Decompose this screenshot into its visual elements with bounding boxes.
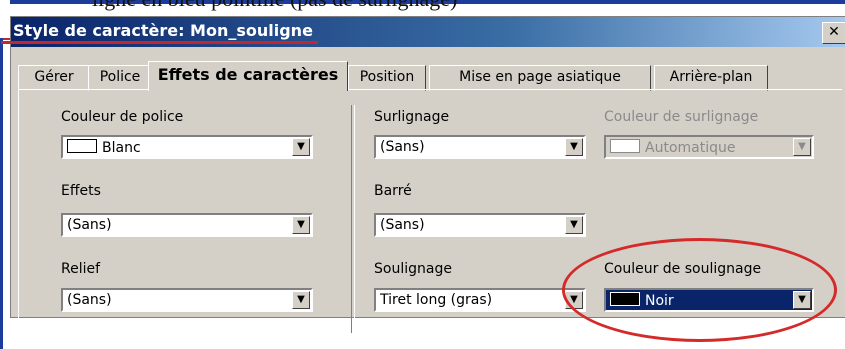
tab-police[interactable]: Police — [88, 65, 152, 91]
surlignage-select[interactable]: (Sans) ▼ — [374, 135, 586, 159]
title-annotation-underline — [1, 41, 318, 44]
dropdown-arrow-icon[interactable]: ▼ — [292, 291, 310, 309]
white-swatch-icon — [610, 139, 640, 153]
tab-position[interactable]: Position — [348, 65, 426, 91]
soulignage-select[interactable]: Tiret long (gras) ▼ — [374, 288, 586, 312]
column-separator — [351, 105, 355, 333]
dropdown-arrow-icon[interactable]: ▼ — [292, 138, 310, 156]
annotation-ellipse — [562, 238, 837, 342]
tab-effets-caracteres[interactable]: Effets de caractères — [148, 61, 348, 91]
couleur-surlignage-select[interactable]: Automatique ▼ — [604, 135, 814, 159]
couleur-surlignage-value: Automatique — [645, 140, 736, 156]
barre-value: (Sans) — [380, 217, 425, 233]
couleur-police-label: Couleur de police — [61, 109, 184, 125]
couleur-police-select[interactable]: Blanc ▼ — [61, 135, 313, 159]
couleur-police-value: Blanc — [102, 140, 141, 156]
tab-arriere-plan[interactable]: Arrière-plan — [654, 65, 768, 91]
white-swatch-icon — [67, 139, 97, 153]
dialog-title: Style de caractère: Mon_souligne — [13, 21, 313, 40]
dialog-titlebar[interactable]: Style de caractère: Mon_souligne ✕ — [1, 17, 845, 47]
dropdown-arrow-icon[interactable]: ▼ — [565, 138, 583, 156]
tab-mise-en-page-asiatique[interactable]: Mise en page asiatique — [429, 65, 651, 91]
effets-label: Effets — [61, 183, 101, 199]
surlignage-label: Surlignage — [374, 109, 450, 125]
effets-value: (Sans) — [67, 217, 112, 233]
relief-value: (Sans) — [67, 292, 112, 308]
soulignage-label: Soulignage — [374, 261, 452, 277]
soulignage-value: Tiret long (gras) — [380, 292, 493, 308]
effets-select[interactable]: (Sans) ▼ — [61, 213, 313, 237]
relief-select[interactable]: (Sans) ▼ — [61, 288, 313, 312]
document-left-border — [0, 38, 3, 349]
dropdown-arrow-icon[interactable]: ▼ — [292, 216, 310, 234]
barre-select[interactable]: (Sans) ▼ — [374, 213, 586, 237]
surlignage-value: (Sans) — [380, 139, 425, 155]
dropdown-arrow-icon[interactable]: ▼ — [793, 138, 811, 156]
dropdown-arrow-icon[interactable]: ▼ — [565, 216, 583, 234]
document-text: ligne en bleu pointillé (pas de surligna… — [92, 0, 457, 12]
tab-gerer[interactable]: Gérer — [18, 65, 90, 91]
close-button[interactable]: ✕ — [822, 22, 845, 44]
barre-label: Barré — [374, 183, 412, 199]
relief-label: Relief — [61, 261, 101, 277]
couleur-surlignage-label: Couleur de surlignage — [604, 109, 759, 125]
